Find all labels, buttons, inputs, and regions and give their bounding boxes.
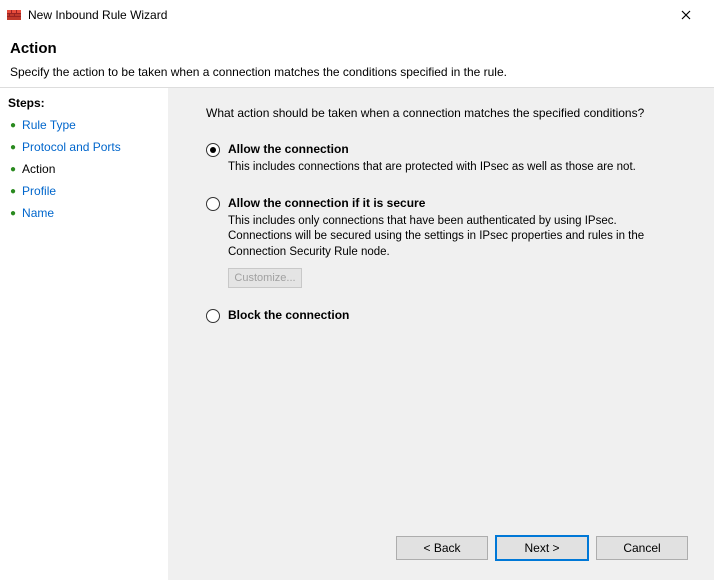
step-rule-type[interactable]: ● Rule Type <box>8 114 164 136</box>
step-action: ● Action <box>8 158 164 180</box>
radio-block[interactable] <box>206 309 220 323</box>
steps-pane: Steps: ● Rule Type ● Protocol and Ports … <box>0 88 168 580</box>
step-label: Name <box>22 206 54 220</box>
cancel-button[interactable]: Cancel <box>596 536 688 560</box>
next-button[interactable]: Next > <box>496 536 588 560</box>
window-title: New Inbound Rule Wizard <box>28 8 167 22</box>
radio-allow[interactable] <box>206 143 220 157</box>
option-block[interactable]: Block the connection <box>206 308 692 326</box>
prompt-text: What action should be taken when a conne… <box>206 106 692 120</box>
steps-title: Steps: <box>8 96 164 110</box>
page-title: Action <box>10 40 704 57</box>
step-protocol-and-ports[interactable]: ● Protocol and Ports <box>8 136 164 158</box>
back-button[interactable]: < Back <box>396 536 488 560</box>
close-icon[interactable] <box>666 1 706 29</box>
option-allow-label: Allow the connection <box>228 142 692 156</box>
bullet-icon: ● <box>10 164 16 175</box>
step-name[interactable]: ● Name <box>8 202 164 224</box>
step-label: Action <box>22 162 55 176</box>
radio-allow-secure[interactable] <box>206 197 220 211</box>
wizard-header: Action Specify the action to be taken wh… <box>0 30 714 88</box>
titlebar: New Inbound Rule Wizard <box>0 0 714 30</box>
option-allow-secure-desc: This includes only connections that have… <box>228 214 658 261</box>
step-profile[interactable]: ● Profile <box>8 180 164 202</box>
step-label: Profile <box>22 184 56 198</box>
step-label: Rule Type <box>22 118 76 132</box>
step-label: Protocol and Ports <box>22 140 121 154</box>
customize-button: Customize... <box>228 268 302 288</box>
option-block-label: Block the connection <box>228 308 692 322</box>
button-row: < Back Next > Cancel <box>206 530 692 570</box>
bullet-icon: ● <box>10 208 16 219</box>
bullet-icon: ● <box>10 120 16 131</box>
bullet-icon: ● <box>10 186 16 197</box>
option-allow-secure-label: Allow the connection if it is secure <box>228 196 692 210</box>
content-pane: What action should be taken when a conne… <box>168 88 714 580</box>
option-allow-secure[interactable]: Allow the connection if it is secure Thi… <box>206 196 692 289</box>
option-allow-desc: This includes connections that are prote… <box>228 160 658 176</box>
page-subtitle: Specify the action to be taken when a co… <box>10 65 704 79</box>
bullet-icon: ● <box>10 142 16 153</box>
firewall-icon <box>6 7 22 23</box>
option-allow[interactable]: Allow the connection This includes conne… <box>206 142 692 176</box>
